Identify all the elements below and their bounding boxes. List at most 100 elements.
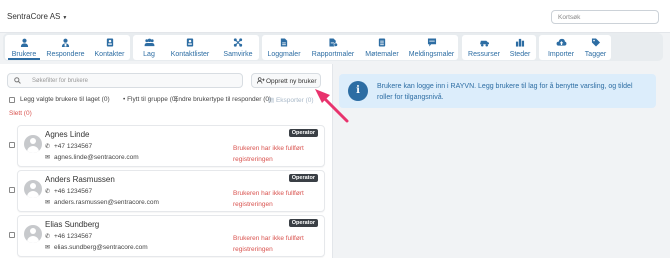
- contact-card-icon: [91, 38, 128, 50]
- message-template-icon: [407, 38, 456, 50]
- user-email: ✉ elias.sundberg@sentracore.com: [45, 244, 148, 251]
- contact-list-icon: [166, 38, 214, 50]
- user-card[interactable]: Anders Rasmussen ✆ +46 1234567 ✉ anders.ra…: [17, 170, 325, 212]
- nav-label: Brukere: [11, 51, 37, 58]
- nav-item-brukere[interactable]: Brukere: [8, 35, 40, 60]
- nav-item-steder[interactable]: Steder: [506, 35, 534, 60]
- user-name: Elias Sundberg: [45, 220, 100, 229]
- registration-warning: Brukeren har ikke fullført registreringe…: [233, 235, 304, 253]
- create-user-button[interactable]: Opprett ny bruker: [251, 73, 321, 88]
- nav-label: Meldingsmaler: [408, 51, 455, 58]
- nav-item-kontaktlister[interactable]: Kontaktlister: [166, 35, 214, 60]
- user-phone: ✆ +46 1234567: [45, 188, 92, 195]
- phone-icon: ✆: [45, 234, 51, 240]
- nav-label: Steder: [509, 51, 531, 58]
- resources-icon: [465, 38, 503, 50]
- nav-item-tagger[interactable]: Tagger: [582, 35, 609, 60]
- bulk-actions-row: Legg valgte brukere til laget (0) • Flyt…: [9, 95, 334, 105]
- team-icon: [136, 38, 162, 50]
- info-icon: i: [348, 81, 368, 101]
- nav-item-kontakter[interactable]: Kontakter: [91, 35, 128, 60]
- user-email-value: elias.sundberg@sentracore.com: [54, 244, 148, 251]
- nav-item-motemaler[interactable]: Møtemaler: [362, 35, 402, 60]
- registration-warning: Brukeren har ikke fullført registreringe…: [233, 145, 304, 163]
- search-placeholder: Søkefilter for brukere: [32, 78, 89, 84]
- delete-selected-action[interactable]: Slett (0): [9, 110, 32, 117]
- nav-label: Importer: [547, 51, 575, 58]
- registration-warning: Brukeren har ikke fullført registreringe…: [233, 190, 304, 208]
- nav-label: Respondere: [46, 51, 85, 58]
- change-type-action[interactable]: Endre brukertype til responder (0): [174, 96, 271, 103]
- role-badge: Operator: [288, 174, 318, 182]
- nav-group-tools: Importer Tagger: [539, 35, 611, 60]
- user-email-value: anders.rasmussen@sentracore.com: [54, 199, 159, 206]
- nav-label: Rapportmaler: [311, 51, 355, 58]
- move-to-group-action[interactable]: • Flytt til gruppe (0): [123, 96, 178, 103]
- tags-icon: [582, 38, 609, 50]
- envelope-icon: ✉: [45, 200, 51, 206]
- user-icon: [8, 38, 40, 50]
- select-all-checkbox[interactable]: [9, 97, 15, 103]
- nav-label: Kontakter: [94, 51, 125, 58]
- top-bar: SentraCore AS ▼ Kortsøk: [0, 0, 670, 33]
- avatar: [24, 225, 42, 243]
- search-icon: [14, 77, 21, 86]
- nav-item-importer[interactable]: Importer: [542, 35, 580, 60]
- role-badge: Operator: [288, 219, 318, 227]
- nav-item-respondere[interactable]: Respondere: [43, 35, 88, 60]
- responder-icon: [43, 38, 88, 50]
- nav-label: Ressurser: [468, 51, 500, 58]
- nav-item-ressurser[interactable]: Ressurser: [465, 35, 503, 60]
- user-name: Agnes Linde: [45, 130, 90, 139]
- user-email: ✉ anders.rasmussen@sentracore.com: [45, 199, 159, 206]
- user-phone-value: +46 1234567: [54, 188, 93, 195]
- nav-label: Samvirke: [223, 51, 253, 58]
- row-checkbox[interactable]: [9, 187, 15, 193]
- user-phone-value: +47 1234567: [54, 143, 93, 150]
- nav-item-rapportmaler[interactable]: Rapportmaler: [309, 35, 357, 60]
- report-template-icon: [309, 38, 357, 50]
- create-user-label: Opprett ny bruker: [266, 78, 317, 85]
- nav-group-resources: Ressurser Steder: [462, 35, 536, 60]
- add-to-team-action[interactable]: Legg valgte brukere til laget (0): [20, 96, 110, 103]
- phone-icon: ✆: [45, 189, 51, 195]
- nav-item-lag[interactable]: Lag: [136, 35, 162, 60]
- file-icon: ▤: [268, 97, 275, 104]
- envelope-icon: ✉: [45, 245, 51, 251]
- nav-item-meldingsmaler[interactable]: Meldingsmaler: [407, 35, 456, 60]
- nav-group-people: Brukere Respondere Kontakter: [5, 35, 130, 60]
- caret-down-icon: ▼: [62, 15, 68, 21]
- info-text: Brukere kan logge inn i RAYVN. Legg bruk…: [377, 83, 633, 101]
- nav-label: Loggmaler: [267, 51, 301, 58]
- nav-item-loggmaler[interactable]: Loggmaler: [265, 35, 303, 60]
- avatar: [24, 135, 42, 153]
- phone-icon: ✆: [45, 144, 51, 150]
- nav-label: Tagger: [584, 51, 607, 58]
- row-checkbox[interactable]: [9, 142, 15, 148]
- row-checkbox[interactable]: [9, 232, 15, 238]
- nav-label: Lag: [143, 51, 155, 58]
- envelope-icon: ✉: [45, 155, 51, 161]
- user-card[interactable]: Agnes Linde ✆ +47 1234567 ✉ agnes.linde@se…: [17, 125, 325, 167]
- user-phone: ✆ +46 1234567: [45, 233, 92, 240]
- quicksearch-input[interactable]: Kortsøk: [551, 10, 659, 24]
- places-icon: [506, 38, 534, 50]
- network-icon: [220, 38, 256, 50]
- nav-item-samvirke[interactable]: Samvirke: [220, 35, 256, 60]
- cloud-upload-icon: [542, 38, 580, 50]
- user-email-value: agnes.linde@sentracore.com: [54, 154, 139, 161]
- user-email: ✉ agnes.linde@sentracore.com: [45, 154, 139, 161]
- nav-label: Møtemaler: [365, 51, 399, 58]
- avatar: [24, 180, 42, 198]
- nav-group-templates: Loggmaler Rapportmaler Møtemaler Melding…: [262, 35, 458, 60]
- role-badge: Operator: [288, 129, 318, 137]
- user-phone-value: +46 1234567: [54, 233, 93, 240]
- company-selector[interactable]: SentraCore AS ▼: [7, 12, 67, 21]
- user-search-input[interactable]: Søkefilter for brukere: [7, 73, 243, 88]
- export-action[interactable]: ▤ Eksporter (0): [268, 96, 314, 104]
- main-navigation: Brukere Respondere Kontakter Lag Kontakt…: [3, 33, 663, 61]
- user-phone: ✆ +47 1234567: [45, 143, 92, 150]
- user-card[interactable]: Elias Sundberg ✆ +46 1234567 ✉ elias.sundb…: [17, 215, 325, 257]
- nav-group-teams: Lag Kontaktlister Samvirke: [133, 35, 259, 60]
- export-label: Eksporter (0): [275, 97, 314, 104]
